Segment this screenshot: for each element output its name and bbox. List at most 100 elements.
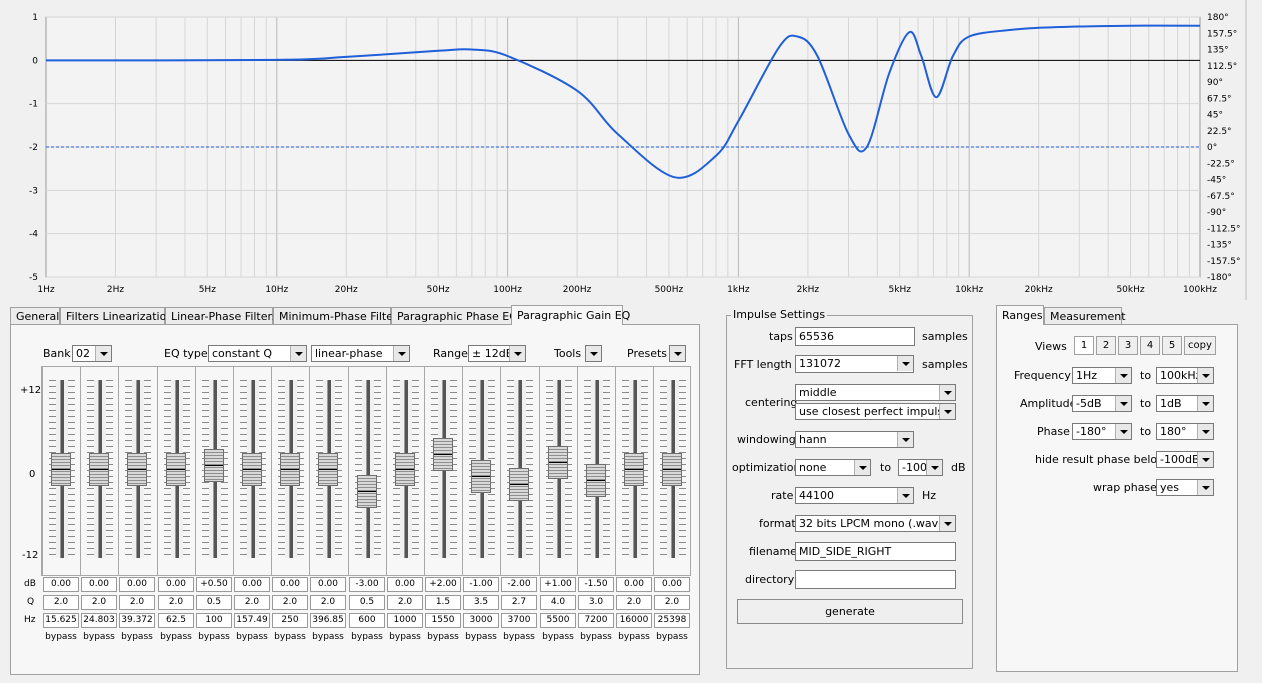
- view-4-button[interactable]: 4: [1140, 336, 1160, 355]
- band-q-field[interactable]: 0.5: [196, 595, 232, 610]
- view-3-button[interactable]: 3: [1118, 336, 1138, 355]
- slider-thumb[interactable]: [509, 468, 529, 501]
- band-hz-field[interactable]: 1000: [387, 613, 423, 628]
- tab-filters-linearization[interactable]: Filters Linearization: [60, 307, 173, 324]
- band-bypass-button[interactable]: bypass: [425, 630, 461, 645]
- view-5-button[interactable]: 5: [1162, 336, 1182, 355]
- band-db-field[interactable]: 0.00: [272, 577, 308, 592]
- slider-thumb[interactable]: [242, 453, 262, 486]
- copy-view-button[interactable]: copy: [1184, 336, 1216, 355]
- frequency-from-dropdown[interactable]: 1Hz: [1072, 367, 1132, 384]
- band-hz-field[interactable]: 16000: [616, 613, 652, 628]
- centering-mode-dropdown[interactable]: use closest perfect impulse: [795, 403, 956, 420]
- band-q-field[interactable]: 2.7: [501, 595, 537, 610]
- band-bypass-button[interactable]: bypass: [540, 630, 576, 645]
- band-bypass-button[interactable]: bypass: [119, 630, 155, 645]
- eq-band-slider-11[interactable]: [424, 367, 460, 575]
- eq-band-slider-17[interactable]: [653, 367, 689, 575]
- band-bypass-button[interactable]: bypass: [387, 630, 423, 645]
- band-db-field[interactable]: 0.00: [119, 577, 155, 592]
- tab-paragraphic-phase-eq[interactable]: Paragraphic Phase EQ: [391, 307, 518, 324]
- view-1-button[interactable]: 1: [1074, 336, 1094, 355]
- band-q-field[interactable]: 0.5: [349, 595, 385, 610]
- band-db-field[interactable]: -3.00: [349, 577, 385, 592]
- range-dropdown[interactable]: ± 12dB: [468, 345, 526, 362]
- eq-band-slider-6[interactable]: [233, 367, 269, 575]
- band-db-field[interactable]: 0.00: [616, 577, 652, 592]
- band-hz-field[interactable]: 1550: [425, 613, 461, 628]
- band-hz-field[interactable]: 600: [349, 613, 385, 628]
- tab-linear-phase-filters[interactable]: Linear-Phase Filters: [165, 307, 278, 324]
- band-hz-field[interactable]: 15.625: [43, 613, 79, 628]
- optimization-db-dropdown[interactable]: -100: [898, 459, 943, 476]
- band-db-field[interactable]: +0.50: [196, 577, 232, 592]
- band-q-field[interactable]: 2.0: [81, 595, 117, 610]
- generate-button[interactable]: generate: [737, 599, 963, 624]
- phase-to-dropdown[interactable]: 180°: [1156, 423, 1214, 440]
- band-q-field[interactable]: 2.0: [387, 595, 423, 610]
- band-q-field[interactable]: 2.0: [616, 595, 652, 610]
- eq-band-slider-3[interactable]: [118, 367, 154, 575]
- filename-input[interactable]: MID_SIDE_RIGHT: [795, 542, 956, 561]
- slider-thumb[interactable]: [624, 453, 644, 486]
- eq-band-slider-16[interactable]: [615, 367, 651, 575]
- band-q-field[interactable]: 3.5: [463, 595, 499, 610]
- band-q-field[interactable]: 3.0: [578, 595, 614, 610]
- centering-dropdown[interactable]: middle: [795, 384, 956, 401]
- slider-thumb[interactable]: [471, 460, 491, 493]
- band-hz-field[interactable]: 5500: [540, 613, 576, 628]
- frequency-response-plot[interactable]: 1 0 -1 -2 -3 -4 -5 180° 157.5° 135° 112.5° 90° 67.5°…: [0, 0, 1262, 300]
- tab-minimum-phase-filters[interactable]: Minimum-Phase Filters: [273, 307, 403, 324]
- eq-band-slider-14[interactable]: [539, 367, 575, 575]
- view-2-button[interactable]: 2: [1096, 336, 1116, 355]
- eq-band-slider-4[interactable]: [157, 367, 193, 575]
- band-q-field[interactable]: 2.0: [158, 595, 194, 610]
- amplitude-from-dropdown[interactable]: -5dB: [1072, 395, 1132, 412]
- band-bypass-button[interactable]: bypass: [272, 630, 308, 645]
- slider-thumb[interactable]: [433, 438, 453, 471]
- tools-menu-button[interactable]: [585, 345, 602, 362]
- slider-thumb[interactable]: [586, 464, 606, 497]
- band-db-field[interactable]: 0.00: [81, 577, 117, 592]
- band-q-field[interactable]: 2.0: [43, 595, 79, 610]
- band-hz-field[interactable]: 24.803: [81, 613, 117, 628]
- band-db-field[interactable]: -1.50: [578, 577, 614, 592]
- band-q-field[interactable]: 1.5: [425, 595, 461, 610]
- band-bypass-button[interactable]: bypass: [196, 630, 232, 645]
- wrap-phase-dropdown[interactable]: yes: [1156, 479, 1214, 496]
- slider-thumb[interactable]: [318, 453, 338, 486]
- phase-mode-dropdown[interactable]: linear-phase: [311, 345, 410, 362]
- band-hz-field[interactable]: 25398: [654, 613, 690, 628]
- band-db-field[interactable]: 0.00: [387, 577, 423, 592]
- slider-thumb[interactable]: [548, 446, 568, 479]
- tab-measurement[interactable]: Measurement: [1044, 307, 1126, 324]
- eq-type-dropdown[interactable]: constant Q: [208, 345, 307, 362]
- slider-thumb[interactable]: [357, 475, 377, 508]
- hide-phase-below-dropdown[interactable]: -100dB: [1156, 451, 1214, 468]
- band-bypass-button[interactable]: bypass: [158, 630, 194, 645]
- band-bypass-button[interactable]: bypass: [43, 630, 79, 645]
- band-db-field[interactable]: -1.00: [463, 577, 499, 592]
- band-db-field[interactable]: +1.00: [540, 577, 576, 592]
- band-q-field[interactable]: 2.0: [234, 595, 270, 610]
- slider-thumb[interactable]: [662, 453, 682, 486]
- band-bypass-button[interactable]: bypass: [578, 630, 614, 645]
- slider-thumb[interactable]: [280, 453, 300, 486]
- eq-band-slider-9[interactable]: [348, 367, 384, 575]
- band-db-field[interactable]: 0.00: [158, 577, 194, 592]
- band-db-field[interactable]: +2.00: [425, 577, 461, 592]
- rate-dropdown[interactable]: 44100: [795, 487, 914, 504]
- band-q-field[interactable]: 4.0: [540, 595, 576, 610]
- band-bypass-button[interactable]: bypass: [501, 630, 537, 645]
- band-db-field[interactable]: 0.00: [234, 577, 270, 592]
- band-hz-field[interactable]: 3000: [463, 613, 499, 628]
- optimization-dropdown[interactable]: none: [795, 459, 871, 476]
- slider-thumb[interactable]: [166, 453, 186, 486]
- band-hz-field[interactable]: 39.372: [119, 613, 155, 628]
- eq-band-slider-1[interactable]: [42, 367, 78, 575]
- directory-input[interactable]: [795, 570, 956, 589]
- band-db-field[interactable]: 0.00: [43, 577, 79, 592]
- windowing-dropdown[interactable]: hann: [795, 431, 914, 448]
- eq-band-slider-15[interactable]: [577, 367, 613, 575]
- band-hz-field[interactable]: 100: [196, 613, 232, 628]
